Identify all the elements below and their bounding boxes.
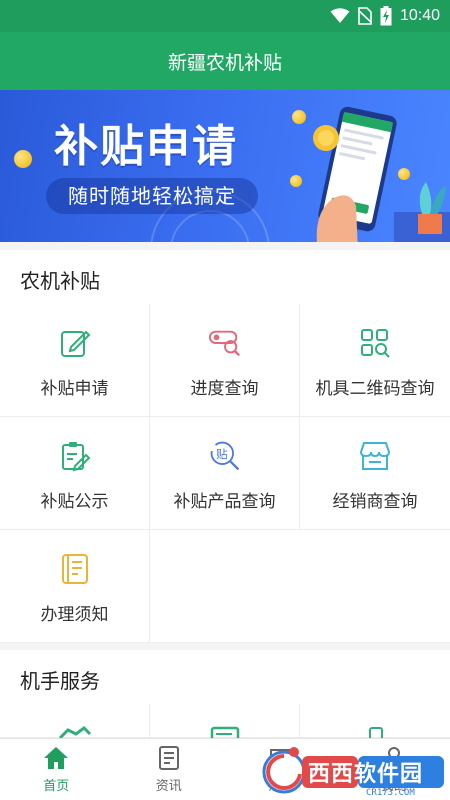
phone-illustration	[313, 106, 450, 242]
battery-charging-icon	[380, 6, 392, 26]
card-icon	[208, 724, 242, 738]
grid-item-service-2[interactable]	[150, 704, 300, 738]
grid-item-label: 补贴公示	[40, 492, 109, 512]
grid-item-label: 经销商查询	[332, 492, 418, 512]
svg-text:贴: 贴	[216, 447, 228, 461]
clipboard-edit-icon	[58, 439, 92, 473]
agri-subsidy-grid: 补贴申请 进度查询 机具二维码查询 补贴公示 贴 补贴产品查询 经销商查询 办理…	[0, 304, 450, 643]
grid-item-subsidy-public[interactable]: 补贴公示	[0, 417, 150, 530]
grid-item-qr-query[interactable]: 机具二维码查询	[300, 304, 450, 417]
nav-tab-home[interactable]: 首页	[0, 739, 113, 800]
page-title: 新疆农机补贴	[167, 51, 282, 74]
grid-item-dealer-query[interactable]: 经销商查询	[300, 417, 450, 530]
grid-item-service-1[interactable]	[0, 704, 150, 738]
watermark-text: 西西软件园	[308, 762, 424, 787]
grid-search-icon	[358, 326, 392, 360]
progress-search-icon	[208, 326, 242, 360]
home-icon	[43, 745, 69, 771]
grid-item-service-3[interactable]	[300, 704, 450, 738]
grid-item-label: 机具二维码查询	[315, 379, 435, 399]
grid-item-label: 补贴申请	[40, 379, 109, 399]
banner-title: 补贴申请	[54, 121, 238, 172]
edit-icon	[58, 326, 92, 360]
grid-item-label: 补贴产品查询	[173, 492, 276, 512]
grid-empty-cell	[300, 530, 450, 643]
grid-item-label: 办理须知	[40, 605, 109, 625]
grid-item-progress-query[interactable]: 进度查询	[150, 304, 300, 417]
nav-label: 资讯	[155, 779, 182, 794]
handshake-icon	[58, 724, 92, 738]
grid-item-subsidy-apply[interactable]: 补贴申请	[0, 304, 150, 417]
notice-icon	[58, 552, 92, 586]
section-title-operator-service: 机手服务	[0, 650, 450, 708]
section-title-agri-subsidy: 农机补贴	[0, 250, 450, 308]
operator-service-grid	[0, 704, 450, 738]
nav-tab-news[interactable]: 资讯	[113, 739, 226, 800]
grid-item-notice[interactable]: 办理须知	[0, 530, 150, 643]
status-bar: 10:40	[0, 0, 450, 32]
product-search-icon: 贴	[208, 439, 242, 473]
watermark-sub: CR173.COM	[366, 788, 415, 798]
grid-empty-cell	[150, 530, 300, 643]
news-icon	[156, 745, 182, 771]
banner[interactable]: 补贴申请 随时随地轻松搞定	[0, 90, 450, 242]
coin-icon	[14, 150, 32, 168]
app-bar: 新疆农机补贴	[0, 32, 450, 90]
store-icon	[358, 439, 392, 473]
no-sim-icon	[357, 7, 372, 25]
grid-item-product-query[interactable]: 贴 补贴产品查询	[150, 417, 300, 530]
grid-item-label: 进度查询	[190, 379, 259, 399]
phone-icon	[358, 724, 392, 738]
status-time: 10:40	[399, 7, 440, 24]
wifi-icon	[330, 8, 350, 24]
banner-subtitle: 随时随地轻松搞定	[46, 178, 258, 214]
nav-label: 首页	[43, 779, 70, 794]
watermark: 西西软件园 CR173.COM	[258, 742, 448, 798]
